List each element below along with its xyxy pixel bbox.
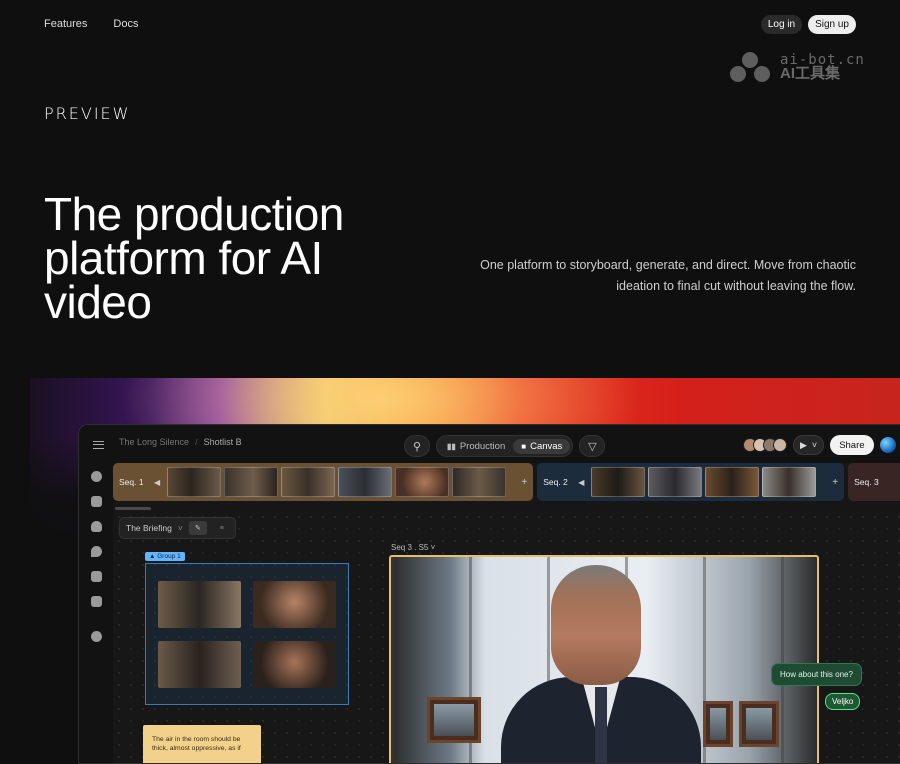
shot-thumbnail[interactable] [452, 467, 507, 497]
watermark-logo-icon [728, 52, 774, 82]
signup-button[interactable]: Sign up [808, 14, 856, 34]
sequence-label: Seq. 1 [119, 477, 144, 487]
view-toggle: ▮▮ Production ■ Canvas [436, 435, 574, 457]
location-icon[interactable] [90, 546, 102, 557]
group-image[interactable] [158, 641, 241, 688]
shot-thumbnail[interactable] [762, 467, 817, 497]
sticky-note[interactable]: The air in the room should be thick, alm… [143, 725, 261, 763]
tab-production[interactable]: ▮▮ Production [439, 439, 513, 454]
chevron-left-icon[interactable]: ◀ [154, 478, 160, 487]
brand-logo[interactable]: PREVIEW [44, 104, 130, 123]
shot-thumbnail[interactable] [591, 467, 646, 497]
view-controls: ⚲ ▮▮ Production ■ Canvas ▽ [404, 435, 606, 457]
chevron-left-icon[interactable]: ◀ [578, 478, 584, 487]
photo-frame [739, 701, 779, 747]
edit-icon[interactable]: ✎ [188, 521, 207, 535]
top-nav: Features Docs Log in Sign up [44, 14, 856, 34]
photo-frame [703, 701, 733, 747]
group-image[interactable] [253, 641, 336, 688]
app-topbar: The Long Silence / Shotlist B ⚲ ▮▮ Producti… [79, 425, 900, 463]
sequence-block[interactable]: Seq. 3 [848, 463, 900, 501]
play-button[interactable]: ▶ ˅ [793, 435, 825, 455]
chevron-down-icon: ˅ [177, 523, 183, 533]
breadcrumb: The Long Silence / Shotlist B [119, 437, 242, 447]
group-image[interactable] [158, 581, 241, 628]
app-sidebar [79, 463, 113, 763]
user-cursor-tag: Veljko [825, 693, 861, 710]
avatar [773, 438, 787, 452]
app-preview-window: The Long Silence / Shotlist B ⚲ ▮▮ Producti… [78, 424, 900, 764]
horizontal-scrollbar[interactable] [115, 507, 151, 510]
selected-shot-image[interactable] [389, 555, 819, 763]
filter-icon[interactable]: ▽ [579, 435, 606, 457]
folder-icon[interactable] [90, 496, 102, 507]
chevron-down-icon: ˅ [430, 543, 436, 552]
menu-icon[interactable] [93, 441, 104, 449]
nav-features-link[interactable]: Features [44, 18, 87, 30]
chevron-down-icon: ˅ [811, 440, 818, 450]
photo-frame [427, 697, 481, 743]
hero-title: The production platform for AI video [44, 188, 344, 328]
shot-thumbnail[interactable] [648, 467, 703, 497]
tab-canvas[interactable]: ■ Canvas [513, 438, 571, 454]
shot-thumbnail[interactable] [395, 467, 450, 497]
sequence-block[interactable]: Seq. 1 ◀ + [113, 463, 534, 501]
add-shot-icon[interactable]: + [832, 477, 838, 488]
sequence-label: Seq. 2 [543, 477, 568, 487]
breadcrumb-current[interactable]: Shotlist B [204, 437, 242, 447]
list-icon[interactable]: ≡ [213, 521, 231, 535]
search-icon[interactable]: ⚲ [404, 435, 430, 457]
breadcrumb-project[interactable]: The Long Silence [119, 437, 189, 447]
shot-thumbnail[interactable] [281, 467, 336, 497]
hero-subtitle: One platform to storyboard, generate, an… [480, 258, 856, 293]
shot-thumbnail[interactable] [224, 467, 279, 497]
shot-thumbnail[interactable] [705, 467, 760, 497]
shot-label[interactable]: Seq 3 . S5 ˅ [391, 543, 435, 552]
info-icon[interactable] [90, 631, 102, 642]
auth-actions: Log in Sign up [760, 14, 856, 34]
shot-thumbnail[interactable] [338, 467, 393, 497]
sequence-label: Seq. 3 [854, 477, 879, 487]
sequence-strip: Seq. 1 ◀ + Seq. 2 ◀ + Seq. 3 [113, 463, 900, 505]
sequence-block[interactable]: Seq. 2 ◀ + [537, 463, 845, 501]
columns-icon: ▮▮ [447, 441, 456, 451]
canvas-icon: ■ [521, 441, 527, 451]
briefing-dropdown[interactable]: The Briefing ˅ ✎ ≡ [119, 517, 236, 539]
group-label[interactable]: ▲ Group 1 [145, 552, 185, 561]
cube-icon[interactable] [90, 571, 102, 582]
shot-thumbnail[interactable] [167, 467, 222, 497]
globe-icon[interactable] [879, 437, 896, 453]
watermark-line2: AI工具集 [780, 65, 841, 82]
shot-group[interactable] [145, 563, 349, 705]
watermark: ai-bot.cn AI工具集 [728, 52, 865, 82]
group-image[interactable] [253, 581, 336, 628]
document-icon[interactable] [90, 596, 102, 607]
play-icon: ▶ [800, 439, 807, 450]
nav-docs-link[interactable]: Docs [113, 18, 138, 30]
chat-icon[interactable] [90, 471, 102, 482]
share-button[interactable]: Share [830, 435, 874, 455]
chat-bubble[interactable]: How about this one? [771, 663, 862, 686]
collaborator-avatars[interactable] [743, 438, 787, 452]
add-shot-icon[interactable]: + [521, 477, 527, 488]
user-icon[interactable] [90, 521, 102, 532]
collab-controls: ▶ ˅ Share [743, 435, 896, 455]
login-button[interactable]: Log in [760, 14, 803, 34]
